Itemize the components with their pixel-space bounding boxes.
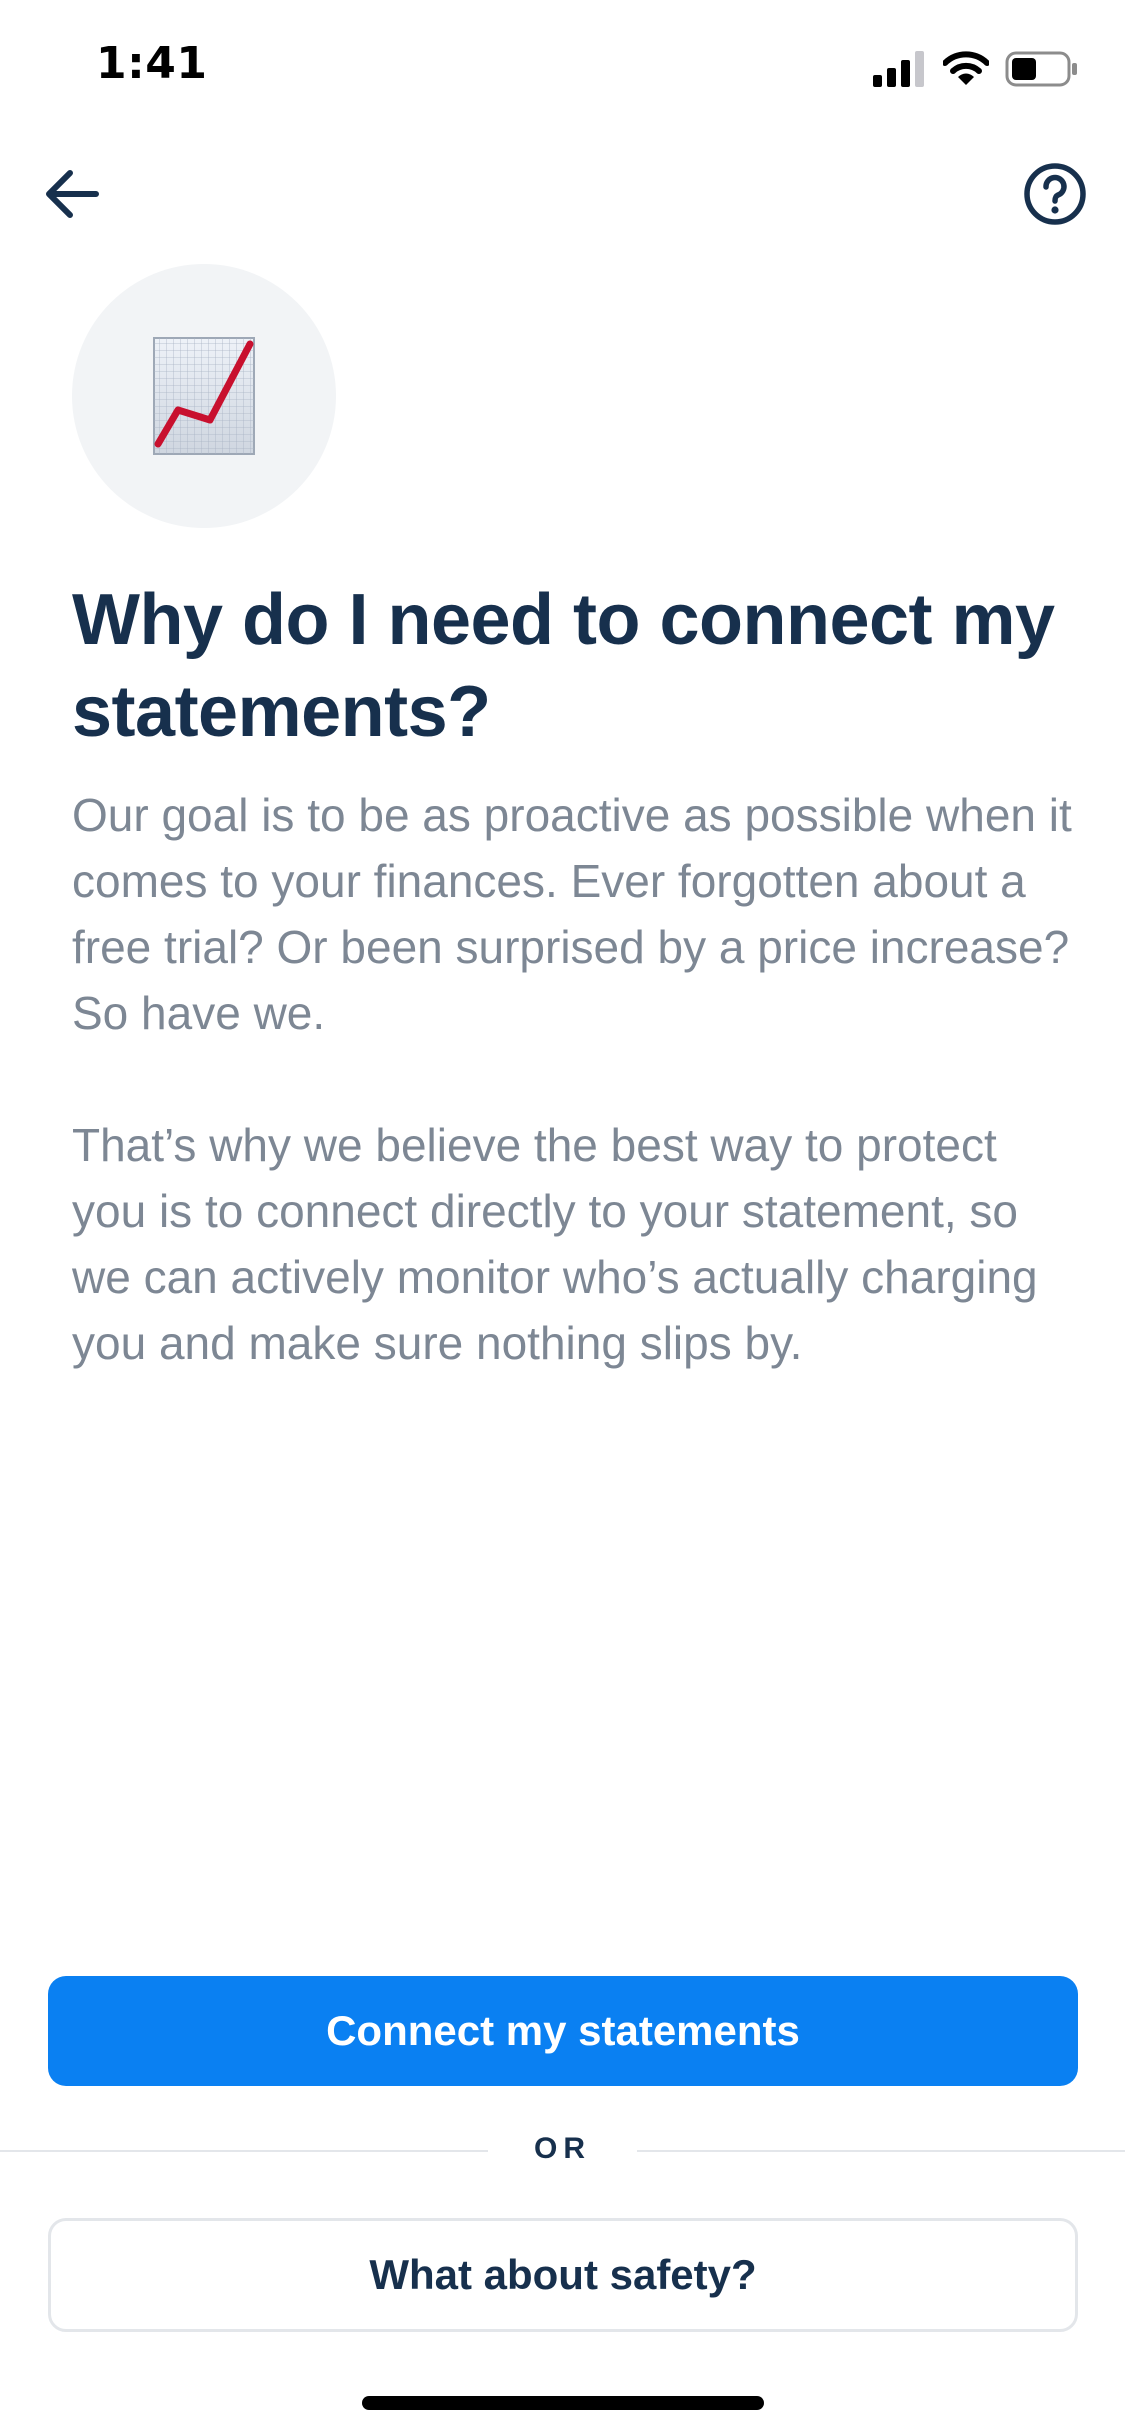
or-label: OR [534, 2132, 591, 2165]
explanation-paragraph: That’s why we believe the best way to pr… [72, 1119, 1038, 1369]
or-divider: OR [0, 2132, 1125, 2165]
status-icons [873, 48, 1079, 90]
page-title: Why do I need to connect my statements? [72, 580, 1055, 752]
battery-icon [1005, 51, 1077, 87]
arrow-left-icon [46, 170, 99, 218]
explanation-paragraph: Our goal is to be as proactive as possib… [72, 789, 1072, 1039]
question-circle-icon [1024, 163, 1086, 225]
hero-illustration [72, 264, 336, 528]
top-navigation [0, 150, 1125, 250]
divider-line [637, 2150, 1125, 2152]
divider-line [0, 2150, 488, 2152]
status-time: 1:41 [96, 38, 208, 89]
connect-statements-button[interactable]: Connect my statements [48, 1976, 1078, 2086]
home-indicator[interactable] [362, 2396, 764, 2410]
status-bar: 1:41 [0, 0, 1125, 130]
chart-increasing-icon [153, 337, 255, 455]
back-button[interactable] [36, 158, 108, 230]
cellular-signal-icon [873, 51, 924, 87]
wifi-icon [943, 51, 989, 85]
help-button[interactable] [1019, 158, 1091, 230]
safety-info-button[interactable]: What about safety? [48, 2218, 1078, 2332]
